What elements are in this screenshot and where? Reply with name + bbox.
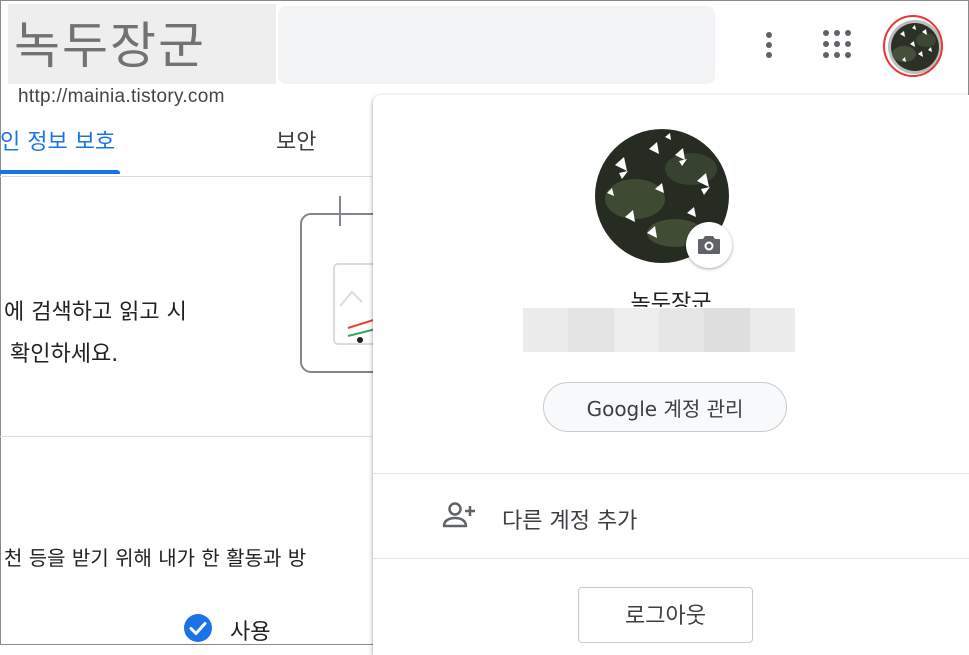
change-photo-button[interactable] [686, 222, 732, 268]
more-vert-icon [766, 32, 772, 58]
history-illustration [300, 196, 380, 373]
camera-icon [698, 236, 720, 254]
watermark-url: http://mainia.tistory.com [18, 86, 225, 107]
menu-divider [373, 558, 969, 559]
watermark-logo-text: 녹두장군 [14, 17, 206, 75]
sign-out-button[interactable]: 로그아웃 [578, 587, 753, 643]
watermark-logo: 녹두장군 [8, 4, 276, 84]
account-avatar-icon [883, 15, 943, 77]
account-email-redacted [523, 308, 795, 352]
apps-grid-icon [823, 30, 851, 58]
tab-security[interactable]: 보안 [276, 124, 316, 156]
add-account-label: 다른 계정 추가 [502, 509, 638, 534]
active-tab-indicator [0, 170, 120, 174]
card-description-line2: 확인하세요. [10, 342, 119, 367]
account-menu-popup: 녹두장군 Google 계정 관리 다른 계정 추가 로그아웃 [373, 95, 969, 655]
more-options-button[interactable] [752, 26, 786, 64]
account-avatar-button[interactable] [882, 14, 946, 78]
add-account-item[interactable]: 다른 계정 추가 [373, 475, 969, 557]
tab-privacy[interactable]: 인 정보 보호 [0, 124, 115, 156]
person-add-icon [442, 502, 475, 528]
manage-google-account-button[interactable]: Google 계정 관리 [543, 382, 787, 432]
google-apps-button[interactable] [817, 24, 857, 64]
menu-divider [373, 473, 969, 474]
activity-description: 천 등을 받기 위해 내가 한 활동과 방 [4, 546, 307, 570]
section-divider [0, 436, 372, 437]
tab-divider [0, 176, 372, 177]
account-name: 녹두장군 [630, 291, 712, 307]
tab-bar: 인 정보 보호 보안 [0, 112, 372, 176]
card-description-line1: 에 검색하고 읽고 시 [4, 300, 187, 325]
status-label: 사용 [230, 620, 271, 645]
check-circle-icon [184, 614, 212, 642]
search-bar[interactable] [278, 6, 715, 84]
